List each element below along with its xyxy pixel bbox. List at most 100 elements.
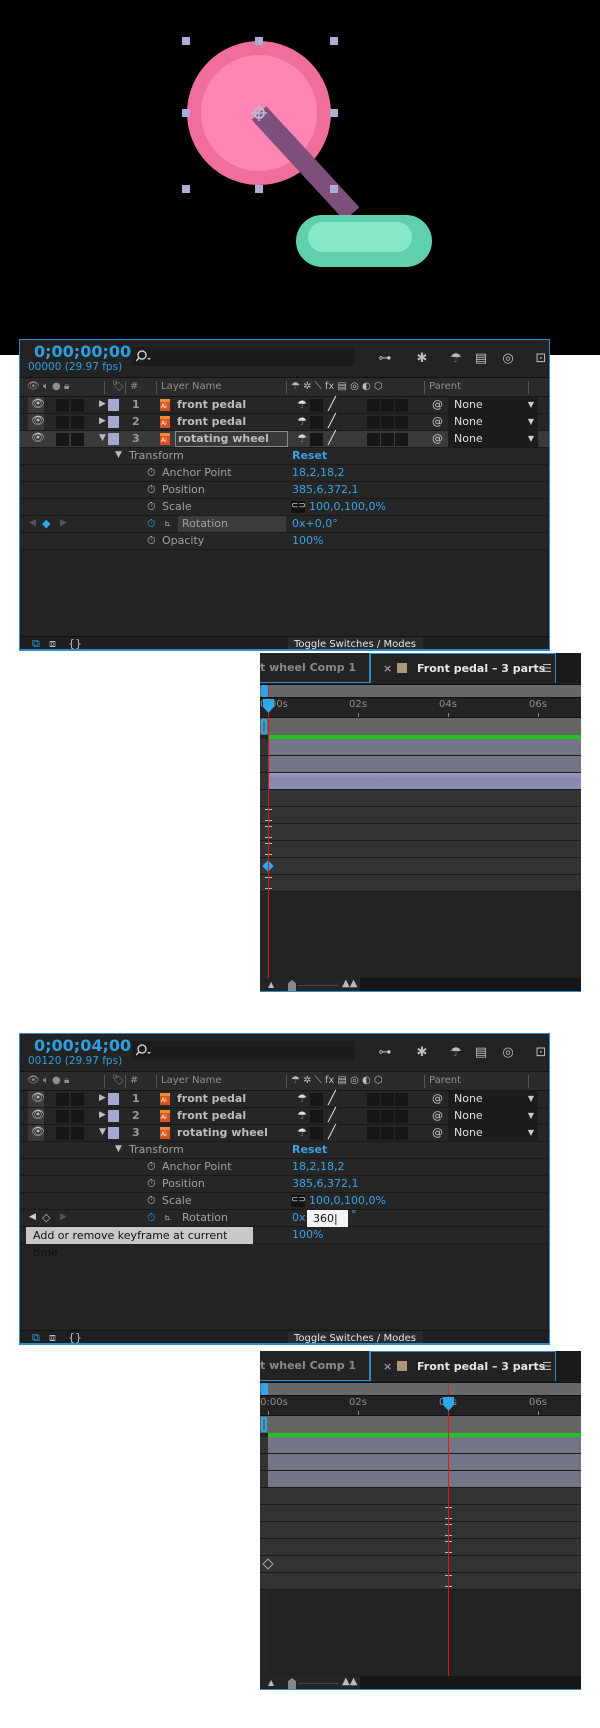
parent-dropdown[interactable]: None ▼ <box>448 431 538 447</box>
previous-keyframe-icon[interactable]: ◀ <box>29 518 36 528</box>
work-area-bar[interactable] <box>260 1416 581 1433</box>
property-row[interactable]: ⏱︎ Opacity 100% <box>20 533 549 550</box>
quality-slash-icon[interactable]: ╱ <box>328 1091 336 1106</box>
tab-wheel-comp[interactable]: t wheel Comp 1 <box>260 1351 370 1381</box>
layer-name[interactable]: front pedal <box>177 1092 246 1105</box>
layer-name[interactable]: front pedal <box>177 398 246 411</box>
solo-toggle[interactable] <box>56 399 69 412</box>
zoom-in-icon[interactable]: ▲▲ <box>342 978 357 989</box>
parent-pickwhip-icon[interactable]: @ <box>432 1126 443 1139</box>
zoom-out-icon[interactable]: ▲ <box>268 1678 274 1687</box>
property-value[interactable]: 100,0,100,0% <box>309 500 386 513</box>
property-track[interactable] <box>260 1505 581 1522</box>
frame-blending-icon[interactable]: ▤ <box>472 350 490 368</box>
layer-row[interactable]: 👁︎ ▶ 1 front pedal ☂ ╱ @ None ▼ <box>20 1091 549 1108</box>
switch-box[interactable] <box>381 416 394 429</box>
property-row[interactable]: ⏱︎ Opacity100%Add or remove keyframe at … <box>20 1227 549 1259</box>
transform-handle[interactable] <box>182 37 190 45</box>
draft-3d-icon[interactable]: ✱ <box>413 1044 431 1062</box>
shy-switch-icon[interactable]: ☂ <box>297 1126 307 1139</box>
shy-switch-icon[interactable]: ☂ <box>297 398 307 411</box>
reset-link[interactable]: Reset <box>292 449 327 462</box>
stopwatch-icon[interactable]: ⏱︎ <box>147 534 156 548</box>
reset-link[interactable]: Reset <box>292 1143 327 1156</box>
switch-box[interactable] <box>367 433 380 446</box>
solo-toggle[interactable] <box>56 433 69 446</box>
parent-dropdown[interactable]: None ▼ <box>448 397 538 413</box>
layer-duration-bar[interactable] <box>268 1454 581 1470</box>
layer-duration-bar[interactable] <box>268 773 581 789</box>
parent-pickwhip-icon[interactable]: @ <box>432 1092 443 1105</box>
stopwatch-active-icon[interactable]: ⏱︎ <box>147 1211 156 1225</box>
collapse-switch[interactable] <box>310 1110 323 1123</box>
graph-editor-icon[interactable]: ⊡ <box>532 350 549 368</box>
parent-pickwhip-icon[interactable]: @ <box>432 415 443 428</box>
zoom-slider[interactable]: ▲ ▲▲ <box>260 1676 360 1689</box>
rotation-input[interactable]: 360| <box>307 1210 348 1227</box>
layer-row[interactable]: 👁︎ ▼ 3 rotating wheel ☂ ╱ @ None ▼ <box>20 431 549 448</box>
layer-track[interactable] <box>260 1471 581 1488</box>
parent-pickwhip-icon[interactable]: @ <box>432 398 443 411</box>
add-keyframe-diamond-icon[interactable]: ◇ <box>42 1211 50 1224</box>
layer-track[interactable] <box>260 1437 581 1454</box>
parent-dropdown[interactable]: None ▼ <box>448 1091 538 1107</box>
comp-flowchart-icon[interactable]: ⊶ <box>376 350 394 368</box>
transfer-controls-pane-icon[interactable]: ⧈ <box>49 1331 56 1343</box>
layer-name[interactable]: front pedal <box>177 1109 246 1122</box>
panel-menu-icon[interactable]: ☰ <box>542 654 552 684</box>
property-row[interactable]: ⏱︎ Anchor Point 18,2,18,2 <box>20 1159 549 1176</box>
property-track[interactable] <box>260 875 581 892</box>
time-navigator[interactable] <box>260 1382 581 1396</box>
lock-toggle[interactable] <box>71 1127 84 1140</box>
property-row[interactable]: ⏱︎ Position 385,6,372,1 <box>20 482 549 499</box>
label-color-swatch[interactable] <box>108 1127 119 1139</box>
lock-toggle[interactable] <box>71 433 84 446</box>
property-value[interactable]: 18,2,18,2 <box>292 466 344 479</box>
property-row[interactable]: ⏱︎ Scale ⊂⊃ 100,0,100,0% <box>20 499 549 516</box>
graph-icon[interactable]: ⦜ <box>165 516 171 530</box>
stopwatch-icon[interactable]: ⏱︎ <box>147 500 156 514</box>
solo-toggle[interactable] <box>56 416 69 429</box>
layer-row[interactable]: 👁︎ ▶ 1 front pedal ☂ ╱ @ None ▼ <box>20 397 549 414</box>
close-icon[interactable]: × <box>383 654 392 684</box>
solo-toggle[interactable] <box>56 1093 69 1106</box>
expand-triangle-icon[interactable]: ▶ <box>99 399 106 409</box>
transform-group-row[interactable]: ▼ Transform Reset <box>20 448 549 465</box>
collapse-triangle-icon[interactable]: ▼ <box>99 1127 106 1137</box>
quality-slash-icon[interactable]: ╱ <box>328 397 336 412</box>
switch-box[interactable] <box>395 1093 408 1106</box>
lock-toggle[interactable] <box>71 399 84 412</box>
solo-toggle[interactable] <box>56 1110 69 1123</box>
property-track[interactable] <box>260 858 581 875</box>
search-input[interactable] <box>132 1041 355 1060</box>
property-track[interactable] <box>260 1522 581 1539</box>
label-color-swatch[interactable] <box>108 1110 119 1122</box>
time-navigator[interactable] <box>260 684 581 698</box>
column-layer-name[interactable]: Layer Name <box>161 381 222 392</box>
collapse-switch[interactable] <box>310 416 323 429</box>
next-keyframe-icon[interactable]: ▶ <box>60 518 67 528</box>
layer-duration-bar[interactable] <box>268 1437 581 1453</box>
property-track[interactable] <box>260 1573 581 1590</box>
switch-box[interactable] <box>395 399 408 412</box>
quality-slash-icon[interactable]: ╱ <box>328 1125 336 1140</box>
shy-switch-icon[interactable]: ☂ <box>297 432 307 445</box>
property-row[interactable]: ⏱︎ Position 385,6,372,1 <box>20 1176 549 1193</box>
stopwatch-active-icon[interactable]: ⏱︎ <box>147 517 156 531</box>
label-color-swatch[interactable] <box>108 1093 119 1105</box>
transform-handle[interactable] <box>255 185 263 193</box>
work-area-start-handle[interactable] <box>261 719 267 734</box>
add-keyframe-diamond-icon[interactable]: ◆ <box>42 517 50 530</box>
layer-name[interactable]: front pedal <box>177 415 246 428</box>
property-value[interactable]: 385,6,372,1 <box>292 1177 358 1190</box>
layer-duration-bar[interactable] <box>268 756 581 772</box>
navigator-start-handle[interactable] <box>261 685 268 697</box>
layer-track[interactable] <box>260 773 581 790</box>
visibility-eye-icon[interactable]: 👁︎ <box>31 1091 45 1104</box>
visibility-eye-icon[interactable]: 👁︎ <box>31 397 45 410</box>
visibility-eye-icon[interactable]: 👁︎ <box>31 1108 45 1121</box>
switch-box[interactable] <box>381 1127 394 1140</box>
property-track[interactable] <box>260 1556 581 1573</box>
motion-blur-icon[interactable]: ◎ <box>499 350 517 368</box>
switch-box[interactable] <box>395 1127 408 1140</box>
